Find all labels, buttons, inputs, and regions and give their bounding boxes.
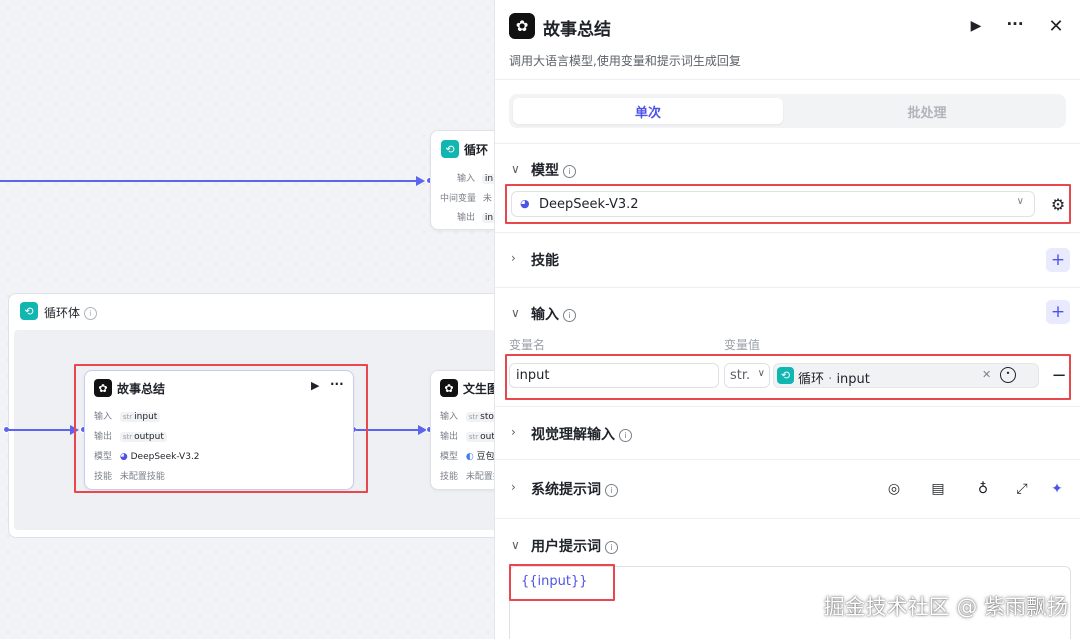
edge-to-summary-node bbox=[8, 429, 72, 431]
divider bbox=[495, 518, 1080, 519]
bulb-icon[interactable]: ♁ bbox=[973, 479, 993, 499]
loop-node-row: 中间变量 未 bbox=[440, 194, 492, 204]
loop-node-row: 输出 in bbox=[457, 210, 494, 223]
text-to-image-node[interactable]: ✿ 文生图 输入 str sto 输出 str out 模型 ◐ 豆包 技能 未配置… bbox=[430, 370, 494, 490]
watermark: 掘金技术社区 @ 紫雨飘扬 bbox=[823, 595, 1068, 619]
node-output-row: 输出 str out bbox=[440, 429, 494, 442]
loop-node-title: 循环 bbox=[464, 143, 489, 157]
info-icon[interactable]: i bbox=[619, 429, 632, 442]
workflow-canvas[interactable]: ⟲ 循环 输入 in 中间变量 未 输出 in ⟲ 循环体 i ✿ 故事总结 ▶ … bbox=[0, 0, 494, 639]
divider bbox=[495, 143, 1080, 144]
node-input-row: 输入 str sto bbox=[440, 409, 494, 422]
info-icon[interactable]: i bbox=[605, 484, 618, 497]
loop-node[interactable]: ⟲ 循环 输入 in 中间变量 未 输出 in bbox=[430, 130, 494, 230]
add-skill-button[interactable]: + bbox=[1046, 248, 1070, 272]
loop-icon: ⟲ bbox=[441, 140, 459, 158]
panel-title: 故事总结 bbox=[543, 20, 611, 40]
divider bbox=[495, 232, 1080, 233]
doubao-icon: ◐ bbox=[465, 452, 474, 462]
mode-tabs: 单次 批处理 bbox=[509, 94, 1066, 128]
highlight-box bbox=[74, 364, 368, 493]
divider bbox=[495, 79, 1080, 80]
loop-body-icon: ⟲ bbox=[20, 302, 38, 320]
chevron-down-icon[interactable]: ∨ bbox=[511, 306, 520, 320]
tab-batch[interactable]: 批处理 bbox=[792, 98, 1062, 124]
info-icon[interactable]: i bbox=[605, 541, 618, 554]
input-section-title: 输入 i bbox=[531, 304, 576, 324]
expand-icon[interactable]: ⤢ bbox=[1012, 479, 1032, 499]
divider bbox=[495, 459, 1080, 460]
chevron-right-icon[interactable]: › bbox=[511, 425, 516, 439]
info-icon[interactable]: i bbox=[563, 309, 576, 322]
llm-icon: ✿ bbox=[440, 379, 458, 397]
vision-section-title: 视觉理解输入 i bbox=[531, 424, 632, 444]
node-skill-row: 技能 未配置技能 bbox=[440, 472, 494, 482]
edge-to-loop-node bbox=[0, 180, 418, 182]
tab-single[interactable]: 单次 bbox=[513, 98, 783, 124]
loop-body-title: 循环体 i bbox=[44, 304, 98, 321]
system-prompt-section-title: 系统提示词 i bbox=[531, 479, 618, 499]
node-config-panel: ✿ 故事总结 ▶ ··· ✕ 调用大语言模型,使用变量和提示词生成回复 单次 批… bbox=[494, 0, 1080, 639]
loop-node-row: 输入 in bbox=[457, 171, 494, 184]
compass-icon[interactable]: ◎ bbox=[884, 479, 904, 499]
node-model-row: 模型 ◐ 豆包 bbox=[440, 452, 494, 462]
info-icon[interactable]: i bbox=[84, 307, 98, 320]
llm-icon: ✿ bbox=[509, 13, 535, 39]
highlight-box bbox=[505, 184, 1071, 224]
info-icon[interactable]: i bbox=[563, 165, 576, 178]
variable-name-header: 变量名 bbox=[509, 338, 546, 352]
prompt-library-icon[interactable]: ▤ bbox=[928, 479, 948, 499]
user-prompt-section-title: 用户提示词 i bbox=[531, 536, 618, 556]
run-icon[interactable]: ▶ bbox=[966, 16, 986, 36]
ai-sparkle-icon[interactable]: ✦ bbox=[1047, 479, 1067, 499]
skills-section-title: 技能 bbox=[531, 253, 559, 269]
close-icon[interactable]: ✕ bbox=[1046, 16, 1066, 37]
highlight-box bbox=[505, 354, 1071, 400]
chevron-right-icon[interactable]: › bbox=[511, 480, 516, 494]
divider bbox=[495, 287, 1080, 288]
chevron-right-icon[interactable]: › bbox=[511, 251, 516, 265]
divider bbox=[495, 406, 1080, 407]
highlight-box bbox=[509, 564, 615, 601]
model-section-title: 模型 i bbox=[531, 160, 576, 180]
panel-subtitle: 调用大语言模型,使用变量和提示词生成回复 bbox=[509, 54, 741, 68]
variable-value-header: 变量值 bbox=[724, 338, 761, 352]
text-node-title: 文生图 bbox=[463, 382, 494, 396]
edge-arrow bbox=[416, 176, 425, 186]
chevron-down-icon[interactable]: ∨ bbox=[511, 538, 520, 552]
add-input-button[interactable]: + bbox=[1046, 300, 1070, 324]
more-icon[interactable]: ··· bbox=[1005, 14, 1025, 34]
chevron-down-icon[interactable]: ∨ bbox=[511, 162, 520, 176]
